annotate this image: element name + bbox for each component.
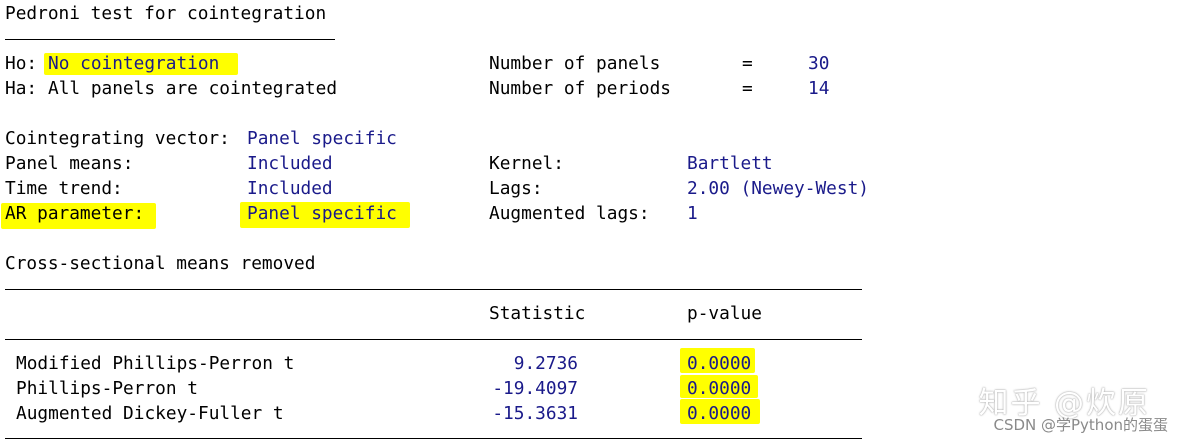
table-header-rule — [5, 339, 862, 340]
kernel-value: Bartlett — [687, 153, 773, 174]
panel-means-label: Panel means: — [5, 153, 134, 174]
ha-label: Ha: — [5, 78, 38, 99]
kernel-label: Kernel: — [489, 153, 564, 174]
row-2-pvalue: 0.0000 — [687, 378, 752, 399]
row-1-statistic: 9.2736 — [513, 353, 578, 374]
num-panels-label: Number of panels — [489, 53, 661, 74]
ar-param-value: Panel specific — [247, 203, 397, 224]
coint-vector-label: Cointegrating vector: — [5, 128, 230, 149]
time-trend-value: Included — [247, 178, 333, 199]
num-periods-label: Number of periods — [489, 78, 671, 99]
coint-vector-value: Panel specific — [247, 128, 397, 149]
row-3-statistic: -15.3631 — [492, 403, 578, 424]
watermark-csdn: CSDN @学Python的蛋蛋 — [993, 416, 1168, 434]
row-1-name: Modified Phillips-Perron t — [16, 353, 295, 374]
col-pvalue-header: p-value — [687, 303, 762, 324]
row-2-statistic: -19.4097 — [492, 378, 578, 399]
col-statistic-header: Statistic — [489, 303, 586, 324]
num-periods-value: 14 — [808, 78, 830, 99]
row-3-name: Augmented Dickey-Fuller t — [16, 403, 284, 424]
title-rule — [5, 39, 335, 40]
ho-label: Ho: — [5, 53, 38, 74]
time-trend-label: Time trend: — [5, 178, 123, 199]
table-bottom-rule — [5, 438, 862, 439]
row-1-pvalue: 0.0000 — [687, 353, 752, 374]
num-panels-eq: = — [742, 53, 753, 74]
num-periods-eq: = — [742, 78, 753, 99]
lags-value: 2.00 (Newey-West) — [687, 178, 869, 199]
cs-note: Cross-sectional means removed — [5, 253, 316, 274]
page-title: Pedroni test for cointegration — [5, 3, 327, 24]
ar-param-label: AR parameter: — [5, 203, 145, 224]
ha-value: All panels are cointegrated — [48, 78, 338, 99]
table-top-rule — [5, 289, 862, 290]
aug-lags-value: 1 — [687, 203, 698, 224]
panel-means-value: Included — [247, 153, 333, 174]
lags-label: Lags: — [489, 178, 543, 199]
row-3-pvalue: 0.0000 — [687, 403, 752, 424]
aug-lags-label: Augmented lags: — [489, 203, 650, 224]
num-panels-value: 30 — [808, 53, 830, 74]
ho-value: No cointegration — [48, 53, 220, 74]
row-2-name: Phillips-Perron t — [16, 378, 198, 399]
